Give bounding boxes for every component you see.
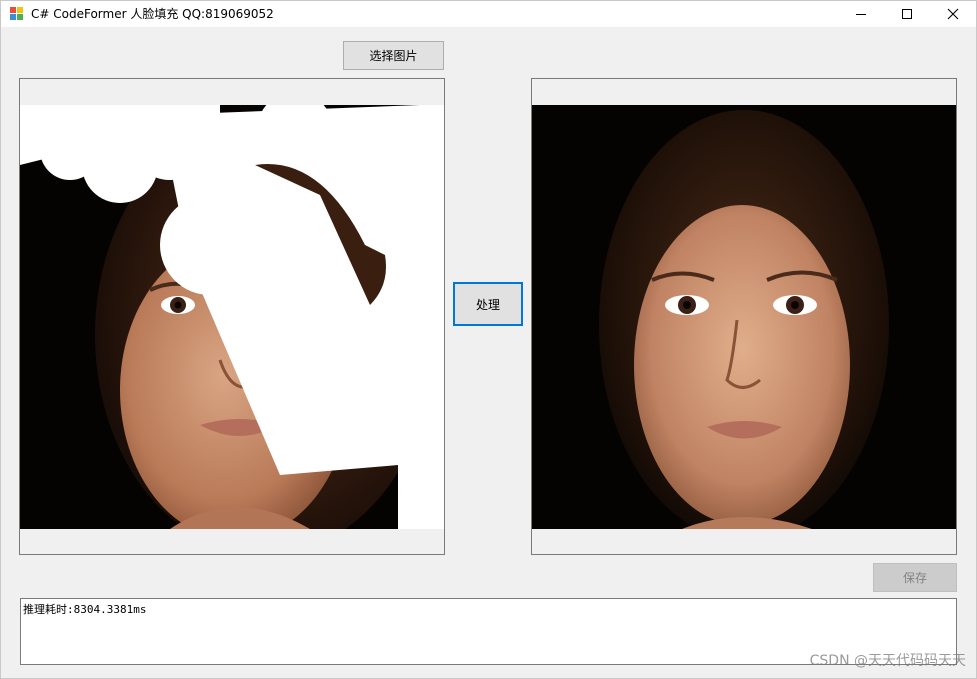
app-icon [10, 7, 24, 20]
close-icon [947, 8, 959, 20]
input-picturebox [19, 78, 445, 555]
minimize-button[interactable] [838, 1, 884, 27]
restored-face-image [532, 105, 956, 529]
save-button[interactable]: 保存 [873, 563, 957, 592]
output-picturebox [531, 78, 957, 555]
minimize-icon [856, 14, 866, 15]
select-image-button[interactable]: 选择图片 [343, 41, 444, 70]
window-title: C# CodeFormer 人脸填充 QQ:819069052 [31, 7, 274, 21]
watermark: CSDN @天天代码码天天 [809, 653, 966, 669]
title-bar: C# CodeFormer 人脸填充 QQ:819069052 [1, 1, 976, 27]
process-button[interactable]: 处理 [453, 282, 523, 326]
maximize-button[interactable] [884, 1, 930, 27]
close-button[interactable] [930, 1, 976, 27]
main-window: C# CodeFormer 人脸填充 QQ:819069052 选择图片 处理 … [0, 0, 977, 679]
masked-face-image [20, 105, 444, 529]
maximize-icon [902, 9, 912, 19]
